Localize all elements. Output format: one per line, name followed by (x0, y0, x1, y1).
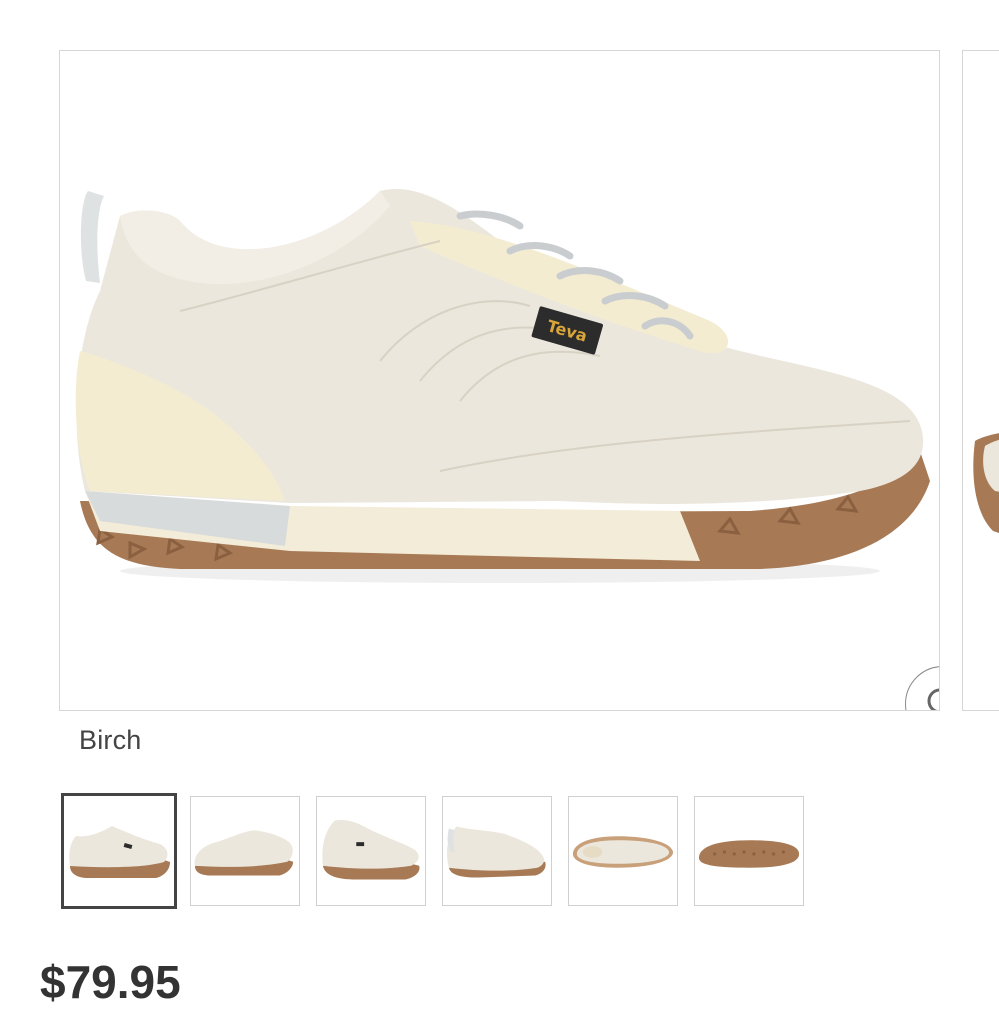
product-price: $79.95 (40, 956, 181, 1008)
thumbnail-side-view-medial[interactable] (190, 796, 300, 906)
thumbnail-outsole[interactable] (694, 796, 804, 906)
magnifier-icon (927, 688, 939, 710)
thumbnail-top-view[interactable] (568, 796, 678, 906)
main-product-image[interactable]: Teva (59, 50, 940, 711)
color-name: Birch (79, 725, 142, 755)
next-product-image[interactable] (962, 50, 999, 711)
thumbnail-three-quarter-back[interactable] (442, 796, 552, 906)
thumbnail-three-quarter-front[interactable] (316, 796, 426, 906)
thumbnail-side-view[interactable] (61, 793, 177, 909)
